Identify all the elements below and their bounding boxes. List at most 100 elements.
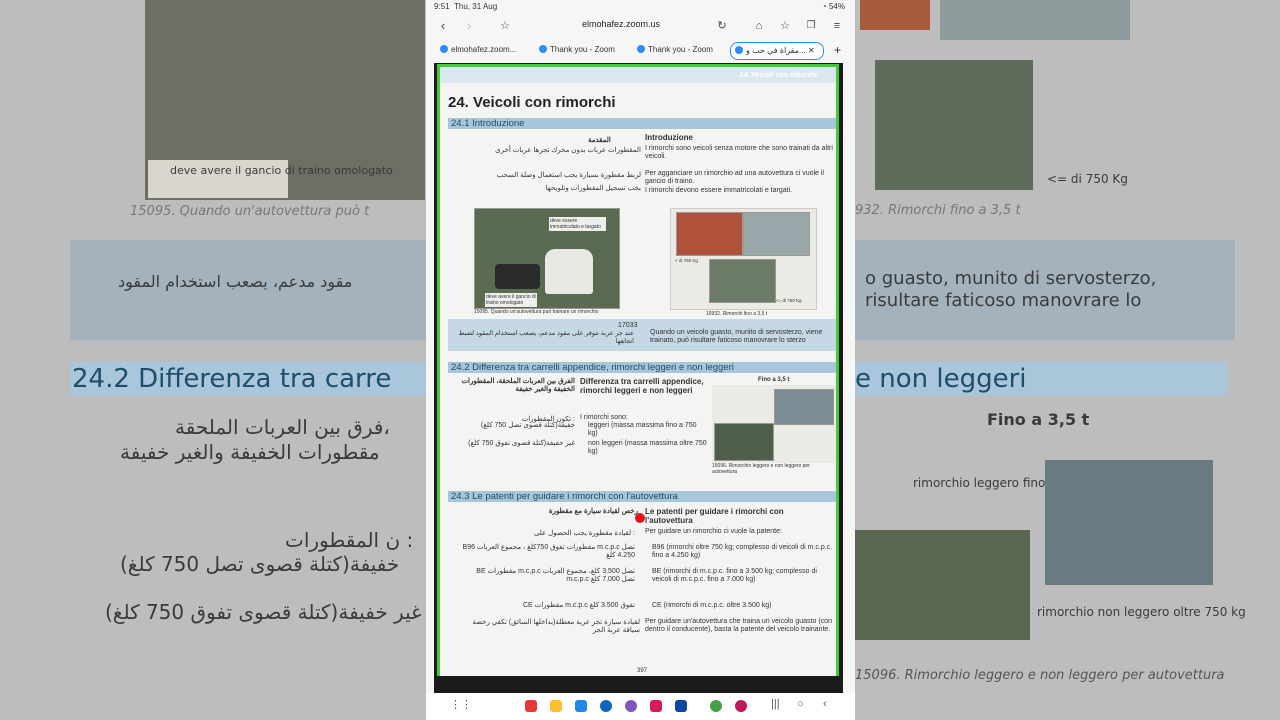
sec3-it-4: CE (rimorchi di m.c.p.c. oltre 3.500 kg): [652, 602, 772, 609]
apps-grid-icon[interactable]: ⋮⋮: [450, 698, 472, 711]
app-icon-2[interactable]: [550, 700, 562, 712]
caption-1: 15095. Quando un'autovettura può trainar…: [474, 309, 599, 315]
tabs-icon[interactable]: ❐: [802, 17, 820, 35]
bg-it-line-1: o guasto, munito di servosterzo,: [865, 268, 1157, 289]
sec3-ar-4: CE مقطورات m.c.p.c تفوق 3.500 كلغ: [522, 602, 635, 609]
bg-arabic-2b: مقطورات الخفيفة والغير خفيفة: [120, 440, 380, 464]
sec1-it-3: I rimorchi devono essere immatricolati e…: [645, 187, 793, 194]
app-icon-1[interactable]: [525, 700, 537, 712]
section-1-title: 24.1 Introduzione: [448, 118, 836, 129]
question-it: Quando un veicolo guasto, munito di serv…: [650, 329, 823, 344]
recents-icon[interactable]: |||: [771, 698, 780, 710]
sec1-ar-1: المقطورات عربات بدون محرك تجرها عربات أخ…: [495, 147, 641, 154]
sec3-it-2: B96 (rimorchi oltre 750 kg; complesso di…: [652, 544, 833, 559]
navigation-bar: ⋮⋮ ||| ○ ‹: [426, 693, 855, 720]
sec3-it-title: Le patenti per guidare i rimorchi con l'…: [645, 507, 784, 525]
bg-boat-photo-2: [1045, 460, 1213, 585]
reload-icon[interactable]: ↻: [713, 17, 731, 35]
address-field[interactable]: elmohafez.zoom.us: [521, 19, 721, 29]
sec3-ar-2: B96 مقطورات تفوق 750كلغ ، مجموع العربات …: [462, 544, 635, 559]
trailers-photo-group: < di 750 Kg <= di 750 Kg: [670, 208, 817, 310]
battery-level: 54%: [828, 2, 845, 11]
bg-rim-non-leggero: rimorchio non leggero oltre 750 kg: [1037, 605, 1246, 619]
bg-small-caption: 15095. Quando un'autovettura può t: [130, 204, 370, 219]
zoom-icon: [440, 45, 448, 53]
favorite-icon[interactable]: ☆: [776, 17, 794, 35]
fino-label: Fino a 3,5 t: [758, 377, 790, 383]
section-2-title: 24.2 Differenza tra carrelli appendice, …: [448, 362, 836, 373]
back-icon[interactable]: ‹: [434, 17, 452, 35]
bg-kg-label: <= di 750 Kg: [1047, 172, 1128, 186]
sec2-ar-2: خفيفة(كتلة قصوى تصل 750 كلغ): [480, 422, 575, 429]
bg-section-title: 24.2 Differenza tra carre: [72, 364, 392, 394]
bg-arabic-3: ن المقطورات :: [285, 528, 414, 552]
sec3-ar-3: BE مقطورات m.c.p.c تصل 3.500 كلغ، مجموع …: [476, 568, 635, 583]
forward-icon[interactable]: ›: [460, 17, 478, 35]
sec3-ar-1: لقيادة مقطورة يجب الحصول على :: [533, 530, 635, 537]
bg-section-title-right: e non leggeri: [855, 364, 1027, 394]
app-icon-4[interactable]: [600, 700, 612, 712]
app-icon-5[interactable]: [625, 700, 637, 712]
trailer-compare-photos: [712, 385, 836, 463]
app-icon-7[interactable]: [675, 700, 687, 712]
tab-strip: elmohafez.zoom... Thank you - Zoom Thank…: [426, 40, 855, 60]
sec3-ar-title: رخص لقيادة سيارة مع مقطورة: [548, 508, 638, 515]
tab-4-active[interactable]: مقراة في حب و... ✕: [730, 42, 824, 60]
sec1-ar-3: يجب تسجيل المقطورات وتلويحها: [545, 185, 641, 192]
sec3-ar-5: لقيادة سيارة تجر عربة معطلة(بداخلها السا…: [472, 619, 640, 634]
bg-boat-photo: [940, 0, 1130, 40]
photo1-label-2: deve avere il gancio di traino omologato: [485, 293, 537, 307]
sec3-it-1: Per guidare un rimorchio ci vuole la pat…: [645, 528, 782, 535]
back-button-icon[interactable]: ‹: [823, 698, 827, 710]
home-button-icon[interactable]: ○: [797, 698, 804, 710]
sec2-ar-3: غير خفيفة(كتلة قصوى تفوق 750 كلغ): [468, 440, 575, 447]
sec1-ar-title: المقدمة: [588, 137, 611, 144]
bg-arabic-2a: فرق بين العربات الملحقة،: [175, 415, 390, 439]
bg-arabic-5: غير خفيفة(كتلة قصوى تفوق 750 كلغ): [105, 600, 422, 624]
tab-1[interactable]: elmohafez.zoom...: [440, 42, 530, 58]
car-trailer-photo: [714, 423, 774, 461]
bg-arabic-line: مقود مدعم، يصعب استخدام المقود: [118, 272, 353, 291]
app-icon-6[interactable]: [650, 700, 662, 712]
bg-fino-label: Fino a 3,5 t: [987, 410, 1090, 429]
bg-arabic-4: خفيفة(كتلة قصوى تصل 750 كلغ): [120, 552, 400, 576]
menu-icon[interactable]: ≡: [828, 17, 846, 35]
zoom-icon: [539, 45, 547, 53]
home-icon[interactable]: ⌂: [750, 17, 768, 35]
sec2-it-2: leggeri (massa massima fino a 750 kg): [588, 422, 697, 437]
caption-2: 16932. Rimorchi fino a 3,5 t: [706, 311, 768, 317]
app-icon-3[interactable]: [575, 700, 587, 712]
whatsapp-icon[interactable]: [710, 700, 722, 712]
sec1-ar-2: لربط مقطورة بسيارة يجب استعمال وصلة السح…: [496, 172, 641, 179]
new-tab-icon[interactable]: +: [834, 42, 841, 58]
tab-2[interactable]: Thank you - Zoom: [539, 42, 629, 58]
sec1-it-2: Per agganciare un rimorchio ad una autov…: [645, 170, 824, 185]
status-date: Thu, 31 Aug: [454, 2, 498, 11]
car-shape: [495, 264, 540, 289]
boat-trailer-photo: [743, 212, 810, 256]
bg-jetski-photo: [875, 60, 1033, 190]
sec2-it-title: Differenza tra carrelli appendice, rimor…: [580, 377, 704, 395]
pointer-dot: [635, 513, 645, 523]
bg-caption: deve avere il gancio di traino omologato: [170, 164, 393, 177]
bookmark-star-icon[interactable]: ☆: [496, 17, 514, 35]
bg-car-photo: [855, 530, 1030, 640]
boat-trailer-photo-2: [774, 389, 834, 425]
horse-trailer-photo: deve essere immatricolato e targato deve…: [474, 208, 620, 309]
jetski-trailer-photo: [709, 259, 776, 303]
url-bar: ‹ › ☆ elmohafez.zoom.us ↻ ⌂ ☆ ❐ ≡: [426, 13, 855, 39]
tab-3[interactable]: Thank you - Zoom: [637, 42, 727, 58]
section-3-title: 24.3 Le patenti per guidare i rimorchi c…: [448, 491, 836, 502]
bg-trailer-photo: [860, 0, 930, 30]
sec2-ar-title: الفرق بين العربات الملحقة، المقطورات الخ…: [461, 378, 575, 393]
question-code: 17033: [618, 322, 638, 329]
background-right: <= di 750 Kg 932. Rimorchi fino a 3,5 t …: [855, 0, 1280, 720]
bg-caption-right: 15096. Rimorchio leggero e non leggero p…: [855, 668, 1225, 683]
label-750: < di 750 Kg: [675, 258, 698, 263]
caption-3: 15096. Rimorchio leggero e non leggero p…: [712, 463, 810, 475]
page-title: 24. Veicoli con rimorchi: [448, 94, 616, 111]
app-icon-9[interactable]: [735, 700, 747, 712]
wifi-icon: ◔: [821, 2, 827, 11]
sec2-it-3: non leggeri (massa massima oltre 750 kg): [588, 440, 707, 455]
label-750b: <= di 750 Kg: [776, 298, 802, 303]
